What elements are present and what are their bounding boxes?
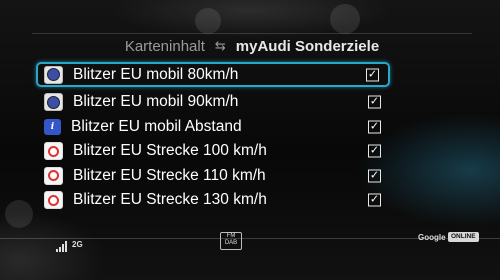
list-item-label: Blitzer EU Strecke 100 km/h bbox=[73, 142, 267, 160]
list-item-label: Blitzer EU Strecke 110 km/h bbox=[73, 166, 266, 184]
network-type: 2G bbox=[72, 240, 83, 249]
checkbox[interactable]: ✓ bbox=[368, 193, 381, 207]
speed-camera-icon bbox=[44, 65, 63, 84]
radio-fm-label: FM bbox=[226, 233, 236, 239]
list-item[interactable]: Blitzer EU mobil 90km/h ✓ bbox=[38, 90, 390, 115]
speed-camera-icon bbox=[44, 93, 63, 112]
header-bar: Karteninhalt ⇆ myAudi Sonderziele bbox=[32, 33, 472, 58]
reflection bbox=[195, 8, 221, 34]
switch-arrows-icon: ⇆ bbox=[214, 38, 226, 53]
tab-myaudi-sonderziele[interactable]: myAudi Sonderziele bbox=[236, 38, 379, 55]
checkbox[interactable]: ✓ bbox=[368, 120, 381, 134]
list-item-label: Blitzer EU Strecke 130 km/h bbox=[73, 191, 267, 209]
checkbox[interactable]: ✓ bbox=[368, 95, 381, 109]
radio-source-icon: FM DAB bbox=[220, 232, 242, 250]
radio-dab-label: DAB bbox=[224, 240, 238, 246]
poi-category-list: Blitzer EU mobil 80km/h ✓ Blitzer EU mob… bbox=[36, 62, 390, 213]
list-item[interactable]: i Blitzer EU mobil Abstand ✓ bbox=[38, 115, 390, 140]
online-status-badge: ONLINE bbox=[448, 232, 479, 242]
checkbox[interactable]: ✓ bbox=[366, 68, 379, 81]
tab-karteninhalt[interactable]: Karteninhalt bbox=[125, 38, 205, 55]
section-control-icon bbox=[44, 142, 63, 161]
list-item[interactable]: Blitzer EU Strecke 100 km/h ✓ bbox=[38, 139, 390, 164]
reflection bbox=[330, 4, 360, 34]
info-icon: i bbox=[44, 118, 61, 135]
checkbox[interactable]: ✓ bbox=[368, 169, 381, 183]
status-bar: 2G FM DAB Google ONLINE bbox=[0, 232, 500, 280]
checkbox[interactable]: ✓ bbox=[368, 144, 381, 158]
list-item[interactable]: Blitzer EU mobil 80km/h ✓ bbox=[36, 62, 390, 87]
reflection bbox=[5, 200, 33, 228]
list-item-label: Blitzer EU mobil Abstand bbox=[71, 117, 242, 135]
list-item-label: Blitzer EU mobil 80km/h bbox=[73, 65, 239, 83]
list-item[interactable]: Blitzer EU Strecke 110 km/h ✓ bbox=[38, 164, 390, 189]
section-control-icon bbox=[44, 166, 63, 185]
signal-strength-icon bbox=[56, 240, 72, 252]
list-item-label: Blitzer EU mobil 90km/h bbox=[73, 93, 239, 111]
google-logo: Google bbox=[418, 233, 446, 242]
list-item[interactable]: Blitzer EU Strecke 130 km/h ✓ bbox=[38, 188, 390, 213]
section-control-icon bbox=[44, 191, 63, 210]
